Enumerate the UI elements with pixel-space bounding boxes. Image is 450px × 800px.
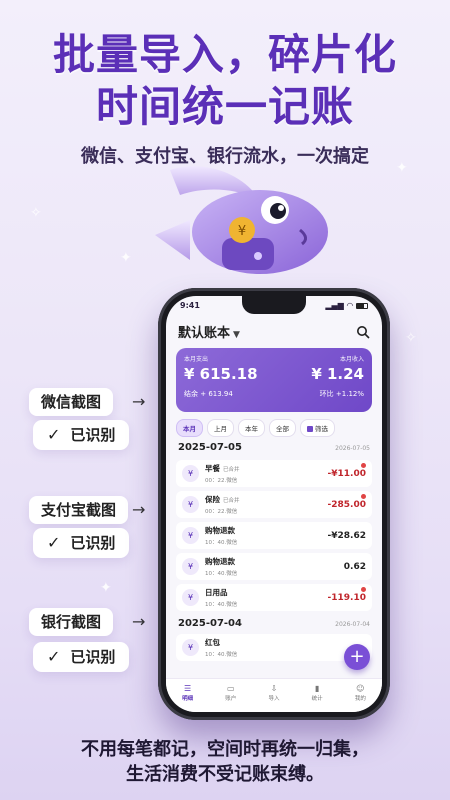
ratio-text: 环比 +1.12% [319,390,364,398]
tx-meta: 00：22.微信 [205,478,238,484]
check-icon: ✓ [47,425,61,444]
badge-dot [361,494,366,499]
transaction-row[interactable]: ¥ 日用品 10：40.微信 -119.10 [176,584,372,611]
coin-icon: ¥ [182,496,199,513]
coin-icon: ¥ [182,639,199,656]
callout-alipay-label: 支付宝截图 [29,496,129,524]
coin-icon: ¥ [182,527,199,544]
check-icon: ✓ [47,647,61,666]
headline-line-2: 时间统一记账 [95,82,354,131]
bottom-tab-bar: ☰ 明细 ▭ 账户 ⇩ 导入 ▮ 统计 ☺ 我的 [166,678,382,712]
user-icon: ☺ [356,683,365,693]
add-record-button[interactable]: + [344,644,370,670]
headline-line-1: 批量导入，碎片化 [52,30,397,79]
wallet-icon: ▭ [226,683,235,693]
coin-icon: ¥ [182,465,199,482]
list-icon: ☰ [184,683,192,693]
sparkle-icon: ✦ [396,160,408,176]
chevron-down-icon: ▼ [233,330,240,340]
phone-mockup: 9:41 ▂▄▆ ◠ 默认账本 ▼ 本月支出 ¥ 615.18 结余 + 613.9… [158,288,390,720]
transaction-row[interactable]: ¥ 红包 10：40.微信 [176,634,372,661]
status-bar: 9:41 ▂▄▆ ◠ [180,301,368,310]
status-time: 9:41 [180,301,200,310]
coin-icon: ¥ [182,558,199,575]
tx-meta: 10：40.微信 [205,540,238,546]
income-value: ¥ 1.24 [311,365,364,383]
income-label: 本月收入 [339,356,364,363]
group-date-secondary: 2026-07-04 [335,621,370,628]
chart-icon: ▮ [314,683,320,693]
callout-wechat-label: 微信截图 [29,388,114,416]
tx-meta: 10：40.微信 [205,571,238,577]
footer-line-1: 不用每笔都记，空间时再统一归集， [81,739,369,760]
sparkle-icon: ✧ [405,330,417,346]
tab-accounts[interactable]: ▭ 账户 [225,684,236,702]
badge-dot [361,463,366,468]
period-filter-bar: 本月 上月 本年 全部 筛选 [176,419,372,437]
phone-screen: 9:41 ▂▄▆ ◠ 默认账本 ▼ 本月支出 ¥ 615.18 结余 + 613.9… [166,296,382,712]
callout-bank-label: 银行截图 [29,608,114,636]
tx-meta: 10：40.微信 [205,652,238,658]
svg-text:¥: ¥ [238,224,246,239]
tx-amount: -¥28.62 [327,530,366,541]
filter-this-month[interactable]: 本月 [176,419,203,437]
tab-details[interactable]: ☰ 明细 [182,684,193,702]
import-icon: ⇩ [270,683,278,693]
battery-icon [356,302,368,309]
search-icon[interactable] [356,325,370,339]
sparkle-icon: ✦ [100,580,112,596]
filter-icon [307,426,313,432]
arrow-right-icon: → [132,612,146,631]
callout-wechat-status: ✓ 已识别 [33,420,130,450]
callout-bank-status: ✓ 已识别 [33,642,130,672]
tx-name: 早餐 [205,464,220,473]
tx-meta: 00：22.微信 [205,509,238,515]
transaction-row[interactable]: ¥ 购物退款 10：40.微信 -¥28.62 [176,522,372,549]
tx-name: 保险 [205,495,220,504]
tx-name: 日用品 [205,588,228,597]
tx-meta: 10：40.微信 [205,602,238,608]
tab-import[interactable]: ⇩ 导入 [268,684,279,702]
footer-line-2: 生活消费不受记账束缚。 [126,764,324,785]
tx-amount: -285.00 [327,499,366,510]
filter-this-year[interactable]: 本年 [238,419,265,437]
tab-profile[interactable]: ☺ 我的 [355,684,366,702]
tx-name: 购物退款 [205,557,235,566]
wifi-icon: ◠ [346,301,353,310]
filter-all[interactable]: 全部 [269,419,296,437]
badge-dot [361,587,366,592]
book-selector[interactable]: 默认账本 ▼ [178,322,240,341]
tx-amount: 0.62 [343,561,366,572]
check-icon: ✓ [47,533,61,552]
group-date-secondary: 2026-07-05 [335,445,370,452]
transaction-row[interactable]: ¥ 早餐 已合并 00：22.微信 -¥11.00 [176,460,372,487]
tx-amount: -119.10 [327,592,366,603]
book-title: 默认账本 [178,326,231,341]
transaction-row[interactable]: ¥ 保险 已合并 00：22.微信 -285.00 [176,491,372,518]
tab-stats[interactable]: ▮ 统计 [312,684,323,702]
coin-icon: ¥ [182,589,199,606]
arrow-right-icon: → [132,500,146,519]
fish-mascot-icon: ¥ [155,166,328,274]
callout-alipay-status: ✓ 已识别 [33,528,130,558]
group-date: 2025-07-04 [178,618,242,629]
tx-tag: 已合并 [223,467,240,473]
group-date: 2025-07-05 [178,442,242,453]
arrow-right-icon: → [132,392,146,411]
sparkle-icon: ✦ [120,250,132,266]
tx-amount: -¥11.00 [327,468,366,479]
sparkle-icon: ✧ [30,205,42,221]
filter-button[interactable]: 筛选 [300,419,335,437]
filter-last-month[interactable]: 上月 [207,419,234,437]
transaction-row[interactable]: ¥ 购物退款 10：40.微信 0.62 [176,553,372,580]
monthly-summary-card[interactable]: 本月支出 ¥ 615.18 结余 + 613.94 本月收入 ¥ 1.24 环比… [176,348,372,412]
app-header: 默认账本 ▼ [178,322,370,341]
signal-icon: ▂▄▆ [325,301,344,310]
date-group-header: 2025-07-04 2026-07-04 [178,618,370,629]
tx-name: 红包 [205,638,220,647]
tx-tag: 已合并 [223,498,240,504]
tx-name: 购物退款 [205,526,235,535]
date-group-header: 2025-07-05 2026-07-05 [178,442,370,453]
